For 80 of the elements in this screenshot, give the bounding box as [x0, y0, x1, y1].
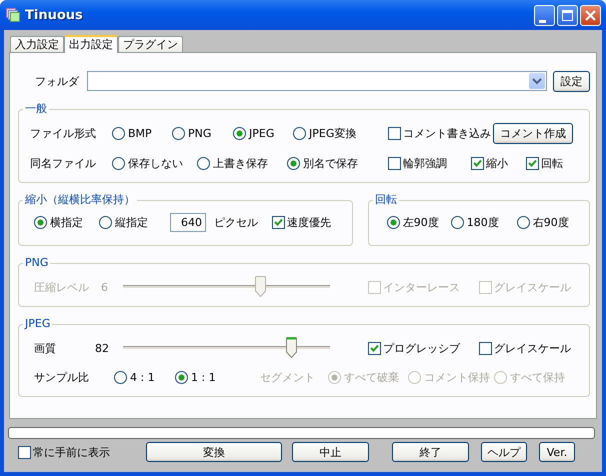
action-button[interactable]: ヘルプ — [481, 442, 527, 462]
checkbox[interactable] — [18, 446, 31, 458]
field-label: フォルダ — [35, 74, 79, 88]
size-field[interactable]: 640 — [170, 212, 206, 232]
group-title: PNG — [25, 256, 48, 269]
checkbox-label[interactable]: 縮小 — [486, 156, 508, 170]
field-label: 画質 — [34, 340, 57, 356]
field-label: 同名ファイル — [30, 156, 97, 170]
radio-button[interactable] — [386, 216, 400, 228]
unit-label: ピクセル — [214, 214, 259, 230]
radio-label[interactable]: 4 : 1 — [130, 370, 155, 384]
value-label: 6 — [101, 280, 109, 294]
field-label: サンプル比 — [34, 370, 90, 384]
radio-button[interactable] — [233, 126, 246, 140]
slider-thumb[interactable] — [286, 337, 297, 358]
tab[interactable]: 入力設定 — [10, 36, 64, 52]
checkbox[interactable] — [471, 156, 484, 170]
checkbox[interactable] — [388, 126, 401, 140]
radio-label[interactable]: 上書き保存 — [213, 156, 268, 170]
action-button[interactable]: Ver. — [539, 442, 575, 462]
radio-label[interactable]: 保存しない — [128, 156, 183, 170]
group-title: 縮小（縦横比率保持） — [25, 193, 135, 206]
action-button[interactable]: 中止 — [292, 442, 369, 462]
radio-button[interactable] — [34, 216, 47, 228]
tab[interactable]: プラグイン — [118, 36, 183, 52]
radio-button[interactable] — [516, 216, 530, 228]
window-title: Tinuous — [25, 8, 84, 22]
tab[interactable]: 出力設定 — [64, 35, 118, 53]
radio-button[interactable] — [175, 370, 188, 384]
action-button[interactable]: 終了 — [392, 442, 469, 462]
checkbox-label[interactable]: プログレッシブ — [383, 340, 460, 356]
radio-button[interactable] — [293, 126, 306, 140]
radio-label[interactable]: JPEG — [249, 126, 274, 140]
field-label: ファイル形式 — [30, 126, 97, 140]
radio-label[interactable]: 横指定 — [50, 214, 83, 230]
radio-button[interactable] — [112, 126, 125, 140]
app-icon — [6, 8, 20, 22]
radio-label[interactable]: 1 : 1 — [191, 370, 216, 384]
checkbox[interactable] — [368, 342, 381, 354]
checkbox[interactable] — [272, 216, 285, 228]
comment-button[interactable]: コメント作成 — [493, 122, 573, 144]
action-button[interactable]: 変換 — [146, 442, 282, 462]
group-title: 一般 — [25, 102, 47, 115]
field-label: 圧縮レベル — [34, 280, 90, 294]
radio-button[interactable] — [287, 156, 300, 170]
radio-label[interactable]: JPEG変換 — [309, 126, 356, 140]
radio-label[interactable]: 別名で保存 — [303, 156, 358, 170]
group-title: 回転 — [374, 193, 397, 206]
radio-label[interactable]: 180度 — [466, 214, 499, 230]
checkbox-label[interactable]: 回転 — [541, 156, 563, 170]
checkbox-label[interactable]: 輪郭強調 — [403, 156, 447, 170]
radio-button[interactable] — [450, 216, 464, 228]
radio-button[interactable] — [112, 156, 125, 170]
radio-label[interactable]: 右90度 — [532, 214, 569, 230]
checkbox[interactable] — [388, 156, 401, 170]
checkbox[interactable] — [479, 342, 492, 354]
radio-label[interactable]: PNG — [188, 126, 212, 140]
checkbox-label[interactable]: 常に手前に表示 — [33, 444, 110, 460]
radio-button[interactable] — [114, 370, 127, 384]
checkbox-label[interactable]: コメント書き込み — [403, 126, 491, 140]
minimize-button[interactable] — [534, 4, 555, 26]
minimize-icon — [539, 20, 546, 22]
folder-dropdown[interactable] — [87, 71, 547, 91]
field-label: セグメント — [260, 370, 316, 384]
maximize-button[interactable] — [557, 4, 578, 26]
checkbox-label[interactable]: 速度優先 — [287, 214, 331, 230]
close-button[interactable] — [580, 4, 601, 26]
radio-label[interactable]: 左90度 — [402, 214, 439, 230]
radio-button[interactable] — [172, 126, 185, 140]
checkbox-label[interactable]: グレイスケール — [494, 340, 571, 356]
settings-button[interactable]: 設定 — [553, 70, 590, 92]
checkbox[interactable] — [526, 156, 539, 170]
radio-button[interactable] — [197, 156, 210, 170]
radio-button[interactable] — [99, 216, 112, 228]
group-title: JPEG — [25, 317, 50, 330]
radio-label[interactable]: BMP — [128, 126, 152, 140]
value-label: 82 — [95, 342, 110, 354]
slider[interactable] — [123, 337, 330, 359]
radio-label[interactable]: 縦指定 — [115, 214, 148, 230]
slider[interactable] — [123, 276, 330, 298]
